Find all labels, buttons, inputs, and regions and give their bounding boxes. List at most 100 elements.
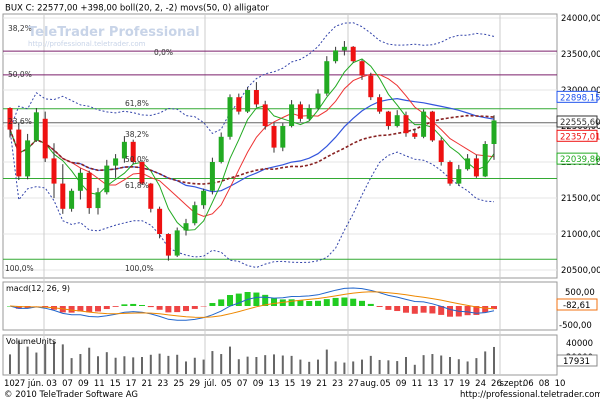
candle-body (395, 115, 400, 126)
volume-bar (194, 358, 196, 374)
macd-bar (333, 298, 339, 306)
macd-bar (403, 306, 409, 313)
macd-bar (227, 295, 233, 306)
volume-bar (264, 355, 266, 374)
macd-bar (157, 306, 163, 310)
y-tick-label: 21000,00 (561, 230, 600, 240)
x-tick-label: 05 (221, 379, 232, 389)
x-tick-label: jún. (27, 379, 44, 389)
volume-bar (185, 361, 187, 374)
candle-body (404, 115, 409, 133)
volume-bar (273, 354, 275, 374)
candle-body (360, 61, 365, 75)
date-axis-labels: 1027jún.03070911151721232529júl.05070913… (4, 379, 565, 389)
candle-body (483, 144, 488, 176)
macd-bar (465, 306, 471, 315)
macd-bar (86, 306, 92, 312)
macd-bar (341, 298, 347, 306)
macd-bar (289, 299, 295, 306)
x-tick-label: 15 (110, 379, 121, 389)
volume-bar (317, 360, 319, 374)
macd-bar (271, 298, 277, 306)
volume-bar (132, 357, 134, 374)
x-tick-label: 03 (46, 379, 57, 389)
volume-bar (475, 358, 477, 374)
price-axis-labels: 24000,0023500,0023000,0022500,0022000,00… (561, 14, 600, 276)
chart-window: 24000,0023500,0023000,0022500,0022000,00… (0, 0, 600, 400)
macd-bar (192, 306, 198, 309)
macd-bar (174, 306, 180, 312)
candle-body (368, 76, 373, 98)
macd-bar (377, 306, 383, 307)
volume-bar (203, 360, 205, 374)
x-tick-label: 19 (459, 379, 470, 389)
volume-bar (335, 361, 337, 374)
candle-body (333, 50, 338, 61)
volume-bar (35, 353, 37, 374)
x-tick-label: 29 (189, 379, 200, 389)
candle-body (184, 223, 189, 230)
macd-bar (421, 306, 427, 313)
candle-body (474, 158, 479, 176)
volume-bar (150, 355, 152, 374)
volume-bar (282, 356, 284, 374)
volume-bar (343, 363, 345, 374)
volume-bar (299, 360, 301, 374)
macd-bar (183, 306, 189, 311)
macd-bar (297, 301, 303, 306)
volume-bar (370, 356, 372, 374)
candle-body (210, 162, 215, 191)
volume-bar (123, 356, 125, 374)
volume-bar (44, 344, 46, 374)
volume-bar (352, 361, 354, 374)
volume-bar (396, 361, 398, 374)
x-tick-label: 17 (443, 379, 454, 389)
candle-body (324, 61, 329, 93)
candle-body (289, 104, 294, 126)
chart-canvas: 24000,0023500,0023000,0022500,0022000,00… (0, 0, 600, 400)
volume-bar (414, 365, 416, 374)
y-tick-label: 23500,00 (561, 50, 600, 60)
x-tick-label: 17 (126, 379, 137, 389)
macd-bar (359, 301, 365, 306)
macd-bar (130, 304, 136, 306)
candle-body (316, 94, 321, 108)
candle-body (192, 205, 197, 223)
candle-body (298, 104, 303, 118)
macd-bar (104, 306, 110, 309)
volume-bar (106, 352, 108, 374)
macd-bar (350, 299, 356, 306)
x-tick-label: 09 (253, 379, 264, 389)
macd-bar (447, 306, 453, 317)
candle-body (69, 191, 74, 209)
candle-body (43, 119, 48, 159)
x-tick-label: 23 (332, 379, 343, 389)
candle-body (456, 169, 461, 183)
candle-body (104, 166, 109, 193)
macd-bar (385, 306, 391, 310)
volume-bar (220, 354, 222, 374)
x-tick-label: 09 (396, 379, 407, 389)
y-tick-label: 20500,00 (561, 266, 600, 276)
volume-bar (247, 357, 249, 374)
macd-bar (209, 303, 215, 306)
volume-bar (238, 359, 240, 374)
volume-bar (115, 358, 117, 374)
volume-bar (387, 360, 389, 374)
watermark-title: TeleTrader Professional (28, 25, 200, 40)
volume-bar (326, 350, 328, 374)
volume-bar (88, 348, 90, 374)
volume-panel-frame (3, 335, 557, 375)
candle-body (430, 112, 435, 141)
fib-label: 61,8% (125, 99, 149, 108)
candle-body (52, 158, 57, 183)
candle-body (201, 191, 206, 205)
candle-body (148, 184, 153, 209)
x-tick-label: 24 (475, 379, 486, 389)
candle-body (492, 120, 497, 144)
volume-bar (211, 351, 213, 374)
volume-bar (379, 360, 381, 374)
macd-tick-bottom: -500,00 (559, 321, 592, 331)
volume-bar (167, 356, 169, 374)
volume-bar (229, 347, 231, 374)
